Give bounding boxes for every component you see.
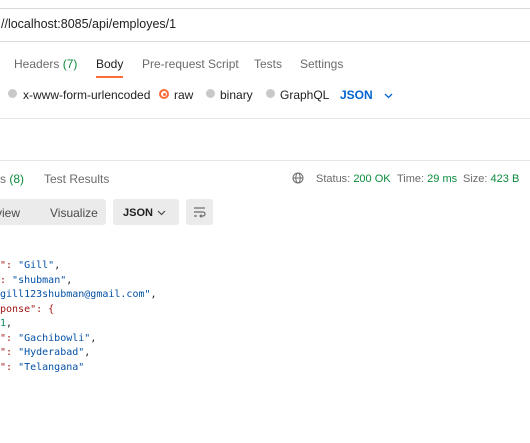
code-key: ": [0, 361, 19, 373]
status-text: Status: 200 OK [316, 173, 391, 185]
code-key: : [0, 274, 13, 286]
tab-pre-request-script[interactable]: Pre-request Script [142, 57, 239, 71]
code-punct: , [6, 318, 13, 329]
time-text: Time: 29 ms [397, 173, 457, 185]
response-headers-label: rs [0, 172, 6, 186]
tab-response-headers[interactable]: rs (8) [0, 172, 24, 186]
code-line: ": "Telangana" [0, 361, 157, 376]
code-string: gill123shubman@gmail.com" [0, 289, 151, 300]
view-mode-pretty[interactable]: view [0, 206, 20, 220]
radio-x-www-form-urlencoded[interactable] [8, 89, 17, 98]
option-graphql-label: GraphQL [280, 88, 330, 102]
url-bar[interactable]: //localhost:8085/api/employes/1 [0, 8, 530, 42]
code-string: "Gachibowli" [18, 332, 91, 344]
editor-top-divider [0, 118, 530, 119]
tab-body[interactable]: Body [96, 57, 123, 71]
tab-tests[interactable]: Tests [254, 57, 282, 71]
time-label: Time: [397, 173, 425, 185]
code-punct: , [54, 260, 61, 271]
code-key: ": [0, 260, 19, 271]
code-line: ": "Gill", [0, 259, 157, 274]
response-divider [0, 160, 530, 161]
body-format-select[interactable]: JSON [340, 88, 393, 102]
code-line: ": "Gachibowli", [0, 332, 157, 347]
size-value: 423 B [490, 173, 520, 185]
radio-graphql[interactable] [266, 89, 275, 98]
status-label: Status: [316, 173, 351, 185]
status-value: 200 OK [353, 173, 391, 185]
code-punct: , [66, 274, 73, 286]
code-key: ponse": { [0, 303, 55, 315]
code-punct: , [84, 347, 91, 358]
tab-settings[interactable]: Settings [300, 57, 343, 71]
response-format-label: JSON [123, 207, 153, 219]
tab-headers-label: Headers [14, 57, 60, 71]
option-x-www-form-urlencoded-label: x-www-form-urlencoded [23, 88, 151, 102]
time-value: 29 ms [427, 173, 458, 185]
option-raw-label: raw [174, 88, 194, 102]
response-headers-count: (8) [9, 172, 25, 186]
globe-icon[interactable] [292, 172, 304, 184]
code-string: "Hyderabad" [18, 347, 85, 358]
url-input[interactable]: //localhost:8085/api/employes/1 [1, 17, 176, 31]
code-line: 1, [0, 317, 157, 332]
radio-binary[interactable] [206, 89, 215, 98]
headers-count: (7) [62, 57, 78, 71]
code-line: gill123shubman@gmail.com", [0, 288, 157, 303]
option-binary-label: binary [220, 88, 253, 102]
code-punct: , [150, 289, 157, 300]
tab-headers[interactable]: Headers (7) [14, 57, 77, 71]
wrap-lines-icon [194, 207, 206, 218]
body-format-label: JSON [340, 88, 373, 102]
code-key: ": [0, 347, 19, 358]
chevron-down-icon [384, 93, 393, 99]
chevron-down-icon [157, 210, 166, 216]
code-string: "shubman" [12, 274, 67, 286]
view-mode-visualize[interactable]: Visualize [50, 206, 98, 220]
size-label: Size: [463, 173, 488, 185]
wrap-lines-button[interactable] [186, 199, 213, 225]
response-body[interactable]: ": "Gill", : "shubman", gill123shubman@g… [0, 259, 157, 375]
code-line: : "shubman", [0, 274, 157, 289]
size-text: Size: 423 B [463, 173, 519, 185]
code-string: "Telangana" [18, 361, 85, 373]
active-tab-indicator [96, 76, 123, 78]
radio-raw[interactable] [159, 89, 169, 99]
code-line: ": "Hyderabad", [0, 346, 157, 361]
code-line: ponse": { [0, 303, 157, 318]
code-key: ": [0, 332, 19, 344]
code-punct: , [90, 332, 97, 344]
code-string: "Gill" [18, 260, 55, 271]
tab-test-results[interactable]: Test Results [44, 172, 109, 186]
